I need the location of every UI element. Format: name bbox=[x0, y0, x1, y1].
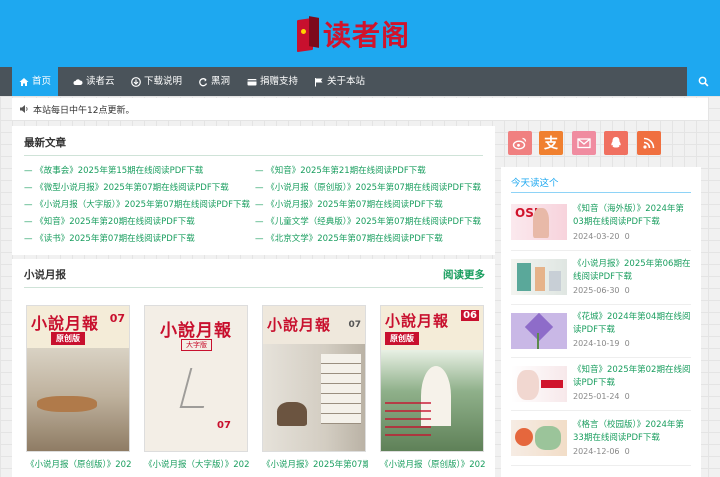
magazine-caption[interactable]: 《小说月报》2025年第07期在线阅读PDF下载 bbox=[262, 458, 368, 470]
divider bbox=[511, 192, 691, 193]
cover-issue: 07 bbox=[217, 420, 231, 431]
cover-edition: 原创版 bbox=[51, 332, 85, 345]
sidebar-item-title[interactable]: 《小说月报》2025年第06期在线阅读PDF下载 bbox=[573, 258, 691, 284]
nav-item-cloud[interactable]: 读者云 bbox=[66, 67, 122, 96]
nav-label: 捐赠支持 bbox=[260, 76, 299, 87]
magazine-cover[interactable]: 小說月報 06 原创版 bbox=[380, 305, 484, 452]
mail-button[interactable] bbox=[572, 131, 596, 155]
magazine-cover[interactable]: 小說月報 07 原创版 bbox=[26, 305, 130, 452]
flag-icon bbox=[315, 77, 323, 86]
refresh-icon bbox=[199, 77, 208, 86]
article-link[interactable]: — 《故事会》2025年第15期在线阅读PDF下载 bbox=[24, 164, 203, 176]
home-icon bbox=[19, 77, 29, 86]
nav-item-blackhole[interactable]: 黑洞 bbox=[191, 67, 237, 96]
article-link[interactable]: — 《读书》2025年第07期在线阅读PDF下载 bbox=[24, 232, 195, 244]
sidebar-item-meta: 2025-06-30 0 bbox=[573, 286, 630, 295]
article-thumbnail[interactable] bbox=[511, 259, 567, 295]
read-more-link[interactable]: 阅读更多 bbox=[443, 267, 485, 282]
weibo-button[interactable] bbox=[508, 131, 532, 155]
section-title: 小说月报 bbox=[24, 269, 66, 281]
nav-item-download[interactable]: 下载说明 bbox=[124, 67, 189, 96]
article-thumbnail[interactable] bbox=[511, 366, 567, 402]
latest-articles-panel: 最新文章 — 《故事会》2025年第15期在线阅读PDF下载 — 《微型小说月报… bbox=[12, 126, 495, 255]
magazine-caption[interactable]: 《小说月报（原创版）》2025年第07期在线阅读PDF下载 bbox=[26, 458, 132, 470]
nav-label: 黑洞 bbox=[211, 76, 231, 87]
sidebar-item-title[interactable]: 《花城》2024年第04期在线阅读PDF下载 bbox=[573, 311, 691, 337]
article-link[interactable]: — 《小说月报（原创版）》2025年第07期在线阅读PDF下载 bbox=[255, 181, 481, 193]
divider bbox=[24, 155, 483, 156]
section-title: 最新文章 bbox=[24, 137, 66, 149]
magazine-cover[interactable]: 小說月報 07 bbox=[262, 305, 366, 452]
notice-text: 本站每日中午12点更新。 bbox=[33, 105, 135, 116]
rss-button[interactable] bbox=[637, 131, 661, 155]
weibo-icon bbox=[512, 137, 527, 150]
article-link[interactable]: — 《小说月报（大字版）》2025年第07期在线阅读PDF下载 bbox=[24, 198, 250, 210]
sidebar-item-meta: 2024-03-20 0 bbox=[573, 232, 630, 241]
cover-issue: 06 bbox=[461, 310, 479, 321]
qq-button[interactable] bbox=[604, 131, 628, 155]
sidebar-item-title[interactable]: 《格言（校园版）》2024年第33期在线阅读PDF下载 bbox=[573, 419, 691, 445]
magazine-caption[interactable]: 《小说月报（原创版）》2025年第06期在线阅读PDF下载 bbox=[380, 458, 486, 470]
main-nav: 首页 读者云 下载说明 黑洞 捐赠支持 关于本站 bbox=[0, 67, 720, 96]
article-link[interactable]: — 《北京文学》2025年第07期在线阅读PDF下载 bbox=[255, 232, 443, 244]
mail-icon bbox=[577, 138, 591, 149]
divider bbox=[24, 287, 483, 288]
notice-bar: 本站每日中午12点更新。 bbox=[12, 98, 708, 120]
sidebar-item-title[interactable]: 《知音》2025年第02期在线阅读PDF下载 bbox=[573, 364, 691, 390]
article-thumbnail[interactable] bbox=[511, 313, 567, 349]
magazine-panel: 小说月报 阅读更多 小說月報 07 原创版 《小说月报（原创版）》2025年第0… bbox=[12, 259, 495, 477]
magazine-caption[interactable]: 《小说月报（大字版）》2025年第07期在线阅读PDF下载 bbox=[144, 458, 250, 470]
nav-label: 首页 bbox=[32, 76, 52, 87]
logo-text: 读者阁 bbox=[323, 19, 411, 52]
qq-icon bbox=[611, 137, 621, 148]
article-link[interactable]: — 《知音》2025年第21期在线阅读PDF下载 bbox=[255, 164, 426, 176]
search-button[interactable] bbox=[687, 67, 720, 96]
nav-item-donate[interactable]: 捐赠支持 bbox=[240, 67, 305, 96]
speaker-icon bbox=[20, 105, 28, 113]
cloud-icon bbox=[73, 78, 83, 85]
magazine-cover[interactable]: 小說月報 大字版 07 bbox=[144, 305, 248, 452]
book-logo-icon bbox=[297, 16, 319, 53]
sidebar-item-title[interactable]: 《知音（海外版）》2024年第03期在线阅读PDF下载 bbox=[573, 203, 691, 229]
cover-edition: 大字版 bbox=[181, 339, 212, 351]
nav-item-home[interactable]: 首页 bbox=[12, 67, 59, 96]
article-link[interactable]: — 《儿童文学（经典版）》2025年第07期在线阅读PDF下载 bbox=[255, 215, 481, 227]
alipay-icon: 支 bbox=[544, 136, 558, 152]
article-link[interactable]: — 《知音》2025年第20期在线阅读PDF下载 bbox=[24, 215, 195, 227]
article-thumbnail[interactable]: OSI bbox=[511, 204, 567, 240]
sidebar-item-meta: 2024-10-19 0 bbox=[573, 339, 630, 348]
card-icon bbox=[247, 78, 257, 85]
nav-label: 下载说明 bbox=[144, 76, 183, 87]
nav-item-about[interactable]: 关于本站 bbox=[307, 67, 372, 96]
sidebar-item-meta: 2025-01-24 0 bbox=[573, 392, 630, 401]
rss-icon bbox=[643, 137, 655, 149]
download-icon bbox=[131, 76, 141, 87]
nav-label: 读者云 bbox=[86, 76, 115, 87]
search-icon bbox=[698, 76, 709, 87]
site-header: 读者阁 bbox=[0, 0, 720, 67]
sidebar-item-meta: 2024-12-06 0 bbox=[573, 447, 630, 456]
cover-issue: 07 bbox=[348, 320, 361, 330]
cover-issue: 07 bbox=[109, 312, 125, 325]
cover-edition: 原创版 bbox=[385, 332, 419, 345]
article-thumbnail[interactable] bbox=[511, 420, 567, 456]
cover-title: 小說月報 bbox=[160, 321, 232, 341]
article-link[interactable]: — 《小说月报》2025年第07期在线阅读PDF下载 bbox=[255, 198, 443, 210]
site-logo[interactable]: 读者阁 bbox=[297, 14, 410, 54]
article-link[interactable]: — 《微型小说月报》2025年第07期在线阅读PDF下载 bbox=[24, 181, 229, 193]
alipay-button[interactable]: 支 bbox=[539, 131, 563, 155]
sidebar-title: 今天读这个 bbox=[511, 178, 559, 189]
nav-label: 关于本站 bbox=[327, 76, 366, 87]
